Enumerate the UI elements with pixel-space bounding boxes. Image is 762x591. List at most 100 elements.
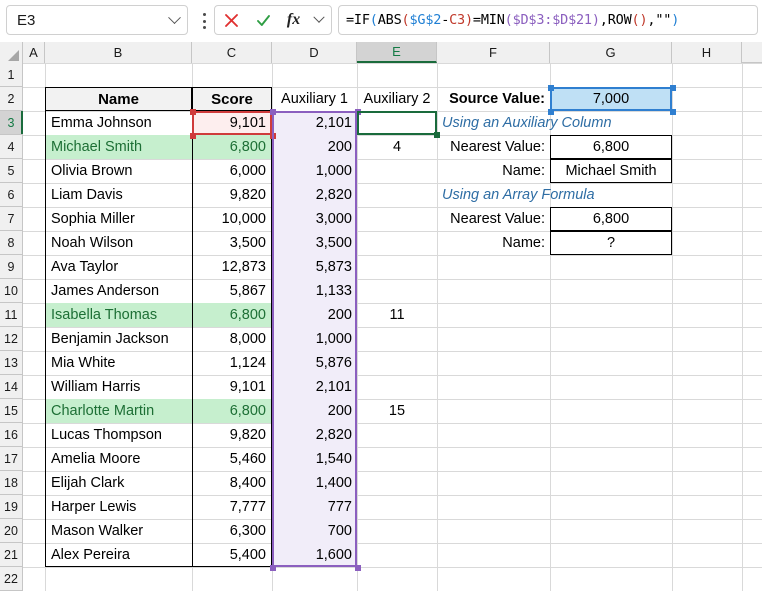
cell-name-7[interactable]: Sophia Miller (45, 207, 192, 231)
cell-score-21[interactable]: 5,400 (192, 543, 272, 567)
cell-name-11[interactable]: Isabella Thomas (45, 303, 192, 327)
cell-name-16[interactable]: Lucas Thompson (45, 423, 192, 447)
spreadsheet-grid[interactable]: ABCDEFGH 1 2 3 4 5 6 7 8 9 10 11 12 13 14 15 16 17 18 19 20… (0, 42, 762, 591)
cell-score-10[interactable]: 5,867 (192, 279, 272, 303)
row-header-22[interactable]: 22 (0, 567, 23, 591)
cell-name-20[interactable]: Mason Walker (45, 519, 192, 543)
cell-score-16[interactable]: 9,820 (192, 423, 272, 447)
cell-aux2-9[interactable] (357, 255, 437, 279)
cell-aux2-5[interactable] (357, 159, 437, 183)
cell-aux1-3[interactable]: 2,101 (272, 111, 357, 135)
cell-aux2-10[interactable] (357, 279, 437, 303)
aux-nearest-value[interactable]: 6,800 (550, 135, 672, 159)
insert-function-fx-icon[interactable]: fx (287, 11, 300, 29)
table-header-aux1[interactable]: Auxiliary 1 (272, 87, 357, 111)
cell-aux1-18[interactable]: 1,400 (272, 471, 357, 495)
cell-score-9[interactable]: 12,873 (192, 255, 272, 279)
name-box[interactable]: E3 (6, 5, 188, 35)
select-all-corner[interactable] (0, 42, 23, 63)
row-header-7[interactable]: 7 (0, 207, 23, 231)
cell-name-15[interactable]: Charlotte Martin (45, 399, 192, 423)
row-header-13[interactable]: 13 (0, 351, 23, 375)
array-nearest-value-label[interactable]: Nearest Value: (437, 207, 550, 231)
table-header-aux2[interactable]: Auxiliary 2 (357, 87, 437, 111)
cell-name-18[interactable]: Elijah Clark (45, 471, 192, 495)
array-nearest-value[interactable]: 6,800 (550, 207, 672, 231)
section-title-array-formula[interactable]: Using an Array Formula (437, 183, 610, 207)
cell-score-7[interactable]: 10,000 (192, 207, 272, 231)
cell-score-4[interactable]: 6,800 (192, 135, 272, 159)
row-header-12[interactable]: 12 (0, 327, 23, 351)
cell-name-10[interactable]: James Anderson (45, 279, 192, 303)
cell-name-19[interactable]: Harper Lewis (45, 495, 192, 519)
cell-aux1-13[interactable]: 5,876 (272, 351, 357, 375)
cell-aux1-20[interactable]: 700 (272, 519, 357, 543)
chevron-down-icon[interactable] (161, 10, 187, 25)
cell-aux2-12[interactable] (357, 327, 437, 351)
cell-score-3[interactable]: 9,101 (192, 111, 272, 135)
row-header-1[interactable]: 1 (0, 63, 23, 87)
column-header-h[interactable]: H (672, 42, 742, 63)
cell-aux1-15[interactable]: 200 (272, 399, 357, 423)
row-header-19[interactable]: 19 (0, 495, 23, 519)
cell-aux2-4[interactable]: 4 (357, 135, 437, 159)
column-header-b[interactable]: B (45, 42, 192, 63)
cell-name-14[interactable]: William Harris (45, 375, 192, 399)
cell-aux2-18[interactable] (357, 471, 437, 495)
cell-aux1-4[interactable]: 200 (272, 135, 357, 159)
cell-name-6[interactable]: Liam Davis (45, 183, 192, 207)
cell-aux2-8[interactable] (357, 231, 437, 255)
array-name-value[interactable]: ? (550, 231, 672, 255)
row-header-11[interactable]: 11 (0, 303, 23, 327)
more-options-kebab-icon[interactable] (198, 13, 210, 29)
row-header-6[interactable]: 6 (0, 183, 23, 207)
cell-aux1-19[interactable]: 777 (272, 495, 357, 519)
row-header-20[interactable]: 20 (0, 519, 23, 543)
aux-name-label[interactable]: Name: (437, 159, 550, 183)
cell-aux1-8[interactable]: 3,500 (272, 231, 357, 255)
row-header-4[interactable]: 4 (0, 135, 23, 159)
row-header-18[interactable]: 18 (0, 471, 23, 495)
cell-aux2-13[interactable] (357, 351, 437, 375)
cell-score-8[interactable]: 3,500 (192, 231, 272, 255)
row-header-17[interactable]: 17 (0, 447, 23, 471)
confirm-check-icon[interactable] (255, 12, 272, 29)
cell-score-11[interactable]: 6,800 (192, 303, 272, 327)
cell-aux2-15[interactable]: 15 (357, 399, 437, 423)
cell-score-6[interactable]: 9,820 (192, 183, 272, 207)
cell-score-13[interactable]: 1,124 (192, 351, 272, 375)
section-title-auxiliary-column[interactable]: Using an Auxiliary Column (437, 111, 612, 135)
cell-score-5[interactable]: 6,000 (192, 159, 272, 183)
cell-aux2-16[interactable] (357, 423, 437, 447)
cell-name-12[interactable]: Benjamin Jackson (45, 327, 192, 351)
column-header-g[interactable]: G (550, 42, 672, 63)
row-header-14[interactable]: 14 (0, 375, 23, 399)
table-header-score[interactable]: Score (192, 87, 272, 111)
cell-aux1-7[interactable]: 3,000 (272, 207, 357, 231)
cell-aux2-14[interactable] (357, 375, 437, 399)
cell-aux1-17[interactable]: 1,540 (272, 447, 357, 471)
source-value-label[interactable]: Source Value: (437, 87, 550, 111)
column-header-d[interactable]: D (272, 42, 357, 63)
cell-name-9[interactable]: Ava Taylor (45, 255, 192, 279)
cell-aux1-6[interactable]: 2,820 (272, 183, 357, 207)
cell-score-15[interactable]: 6,800 (192, 399, 272, 423)
cell-aux2-21[interactable] (357, 543, 437, 567)
row-header-5[interactable]: 5 (0, 159, 23, 183)
row-header-10[interactable]: 10 (0, 279, 23, 303)
column-header-e[interactable]: E (357, 42, 437, 63)
cell-aux1-14[interactable]: 2,101 (272, 375, 357, 399)
cell-name-3[interactable]: Emma Johnson (45, 111, 192, 135)
row-header-3[interactable]: 3 (0, 111, 23, 135)
cell-name-17[interactable]: Amelia Moore (45, 447, 192, 471)
cell-score-17[interactable]: 5,460 (192, 447, 272, 471)
column-header-c[interactable]: C (192, 42, 272, 63)
cell-aux2-19[interactable] (357, 495, 437, 519)
cell-score-18[interactable]: 8,400 (192, 471, 272, 495)
cell-score-19[interactable]: 7,777 (192, 495, 272, 519)
cell-aux1-9[interactable]: 5,873 (272, 255, 357, 279)
cell-aux1-11[interactable]: 200 (272, 303, 357, 327)
cell-aux2-6[interactable] (357, 183, 437, 207)
column-header-f[interactable]: F (437, 42, 550, 63)
array-name-label[interactable]: Name: (437, 231, 550, 255)
